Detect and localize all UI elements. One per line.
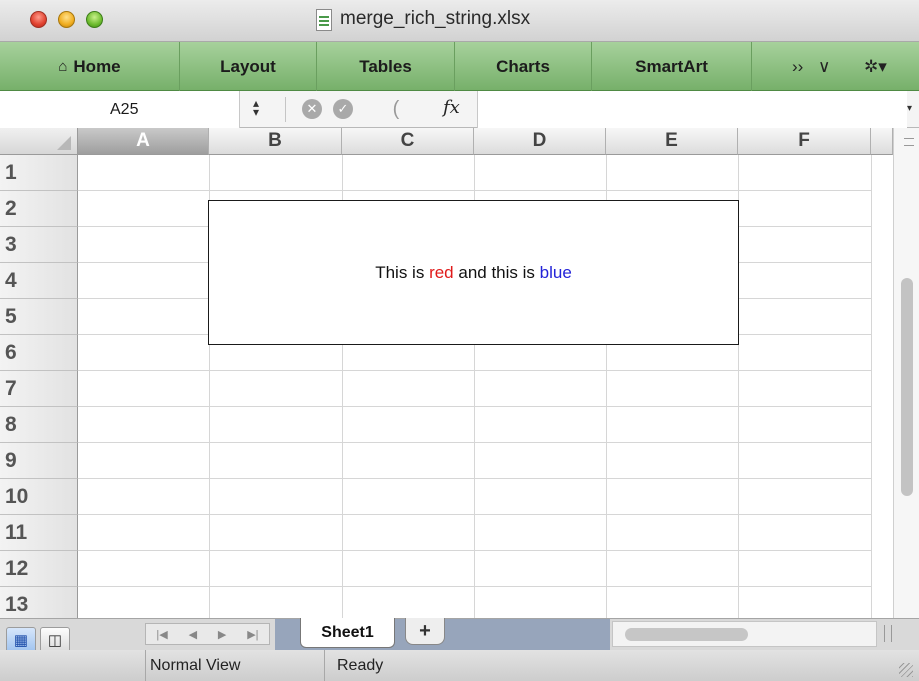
fx-function-icon[interactable]: fx [443,97,460,118]
close-window-button[interactable] [30,11,47,28]
column-header-d[interactable]: D [474,128,606,155]
gridline [78,514,871,515]
rich-text-run-red: red [429,262,454,282]
column-header-f[interactable]: F [738,128,871,155]
horizontal-scroll-thumb[interactable] [625,628,748,641]
gridline [78,586,871,587]
column-header-a[interactable]: A [78,128,209,155]
tab-layout-label: Layout [220,56,276,76]
ribbon-tab-bar: ⌂ Home Layout Tables Charts SmartArt ›› … [0,42,919,91]
gridline [78,370,871,371]
normal-view-grid-icon: ▦ [13,632,29,649]
formula-input[interactable] [477,91,907,128]
rich-text-run-blue: blue [539,262,572,282]
window-title-bar: merge_rich_string.xlsx [0,0,919,42]
column-header-g-partial[interactable] [871,128,893,155]
zoom-window-button[interactable] [86,11,103,28]
gridline [78,550,871,551]
window-resize-grip-icon[interactable] [899,663,913,677]
tab-tables[interactable]: Tables [317,42,455,91]
name-box[interactable]: A25 [0,91,240,128]
tab-charts[interactable]: Charts [455,42,592,91]
tab-home[interactable]: ⌂ Home [0,42,180,91]
horizontal-scrollbar[interactable] [612,621,877,647]
gridline [78,190,871,191]
row-header-4[interactable]: 4 [0,263,78,299]
horizontal-split-grip-icon[interactable] [884,625,892,642]
insert-function-paren-icon[interactable]: ( [386,98,406,120]
last-sheet-icon[interactable]: ▶| [247,628,258,641]
gridline [78,478,871,479]
gridline [78,442,871,443]
tab-charts-label: Charts [496,56,550,76]
sheet-navigation-arrows[interactable]: |◀ ◀ ▶ ▶| [145,623,270,645]
worksheet-grid[interactable]: A B C D E F 1 2 3 4 5 6 7 8 9 10 11 12 1… [0,128,919,618]
split-grip-icon[interactable] [904,138,914,146]
row-header-2[interactable]: 2 [0,191,78,227]
more-tabs-chevron-icon[interactable]: ›› [792,42,803,91]
vertical-scroll-thumb[interactable] [901,278,913,496]
vertical-scrollbar[interactable] [893,128,919,618]
first-sheet-icon[interactable]: |◀ [156,628,167,641]
rich-text-run-plain: and this is [453,262,540,282]
row-header-3[interactable]: 3 [0,227,78,263]
add-sheet-button[interactable]: + [405,618,445,645]
next-sheet-icon[interactable]: ▶ [218,628,226,641]
page-layout-view-icon: ◫ [47,632,63,649]
spreadsheet-document-icon [316,9,332,31]
window-title: merge_rich_string.xlsx [340,8,531,29]
status-bar: Normal View Ready [0,650,919,681]
tab-tables-label: Tables [359,56,412,76]
gridline [871,155,872,618]
row-header-7[interactable]: 7 [0,371,78,407]
minimize-window-button[interactable] [58,11,75,28]
previous-sheet-icon[interactable]: ◀ [189,628,197,641]
tab-smartart[interactable]: SmartArt [592,42,752,91]
row-header-1[interactable]: 1 [0,155,78,191]
formula-expand-arrow-icon[interactable]: ▾ [907,103,912,114]
sheet-tab-sheet1[interactable]: Sheet1 [300,618,395,648]
row-header-8[interactable]: 8 [0,407,78,443]
row-header-5[interactable]: 5 [0,299,78,335]
home-icon: ⌂ [58,58,68,75]
select-all-corner[interactable] [0,128,78,155]
row-header-11[interactable]: 11 [0,515,78,551]
settings-gear-icon[interactable]: ✲▾ [864,42,887,91]
confirm-edit-icon[interactable]: ✓ [333,99,353,119]
formula-bar: A25 ▴ ▾ ✕ ✓ ( fx ▾ [0,91,919,128]
status-ready-text: Ready [337,657,384,674]
row-header-6[interactable]: 6 [0,335,78,371]
column-header-e[interactable]: E [606,128,738,155]
name-box-stepper-icon[interactable]: ▴ ▾ [248,97,264,119]
column-header-b[interactable]: B [209,128,342,155]
status-view-mode: Normal View [145,650,325,681]
row-header-10[interactable]: 10 [0,479,78,515]
merged-cell-b2-e5[interactable]: This is red and this is blue [208,200,739,345]
cancel-edit-icon[interactable]: ✕ [302,99,322,119]
collapse-ribbon-chevron-icon[interactable]: ∨ [818,42,830,91]
divider [285,97,286,122]
row-header-12[interactable]: 12 [0,551,78,587]
sheet-tab-bar: ▦ ◫ |◀ ◀ ▶ ▶| Sheet1 + [0,618,919,653]
tab-home-label: Home [73,56,121,76]
tab-layout[interactable]: Layout [180,42,317,91]
row-header-13[interactable]: 13 [0,587,78,618]
tab-smartart-label: SmartArt [635,56,708,76]
gridline [78,406,871,407]
row-header-9[interactable]: 9 [0,443,78,479]
column-header-c[interactable]: C [342,128,474,155]
rich-text-run-plain: This is [375,262,430,282]
